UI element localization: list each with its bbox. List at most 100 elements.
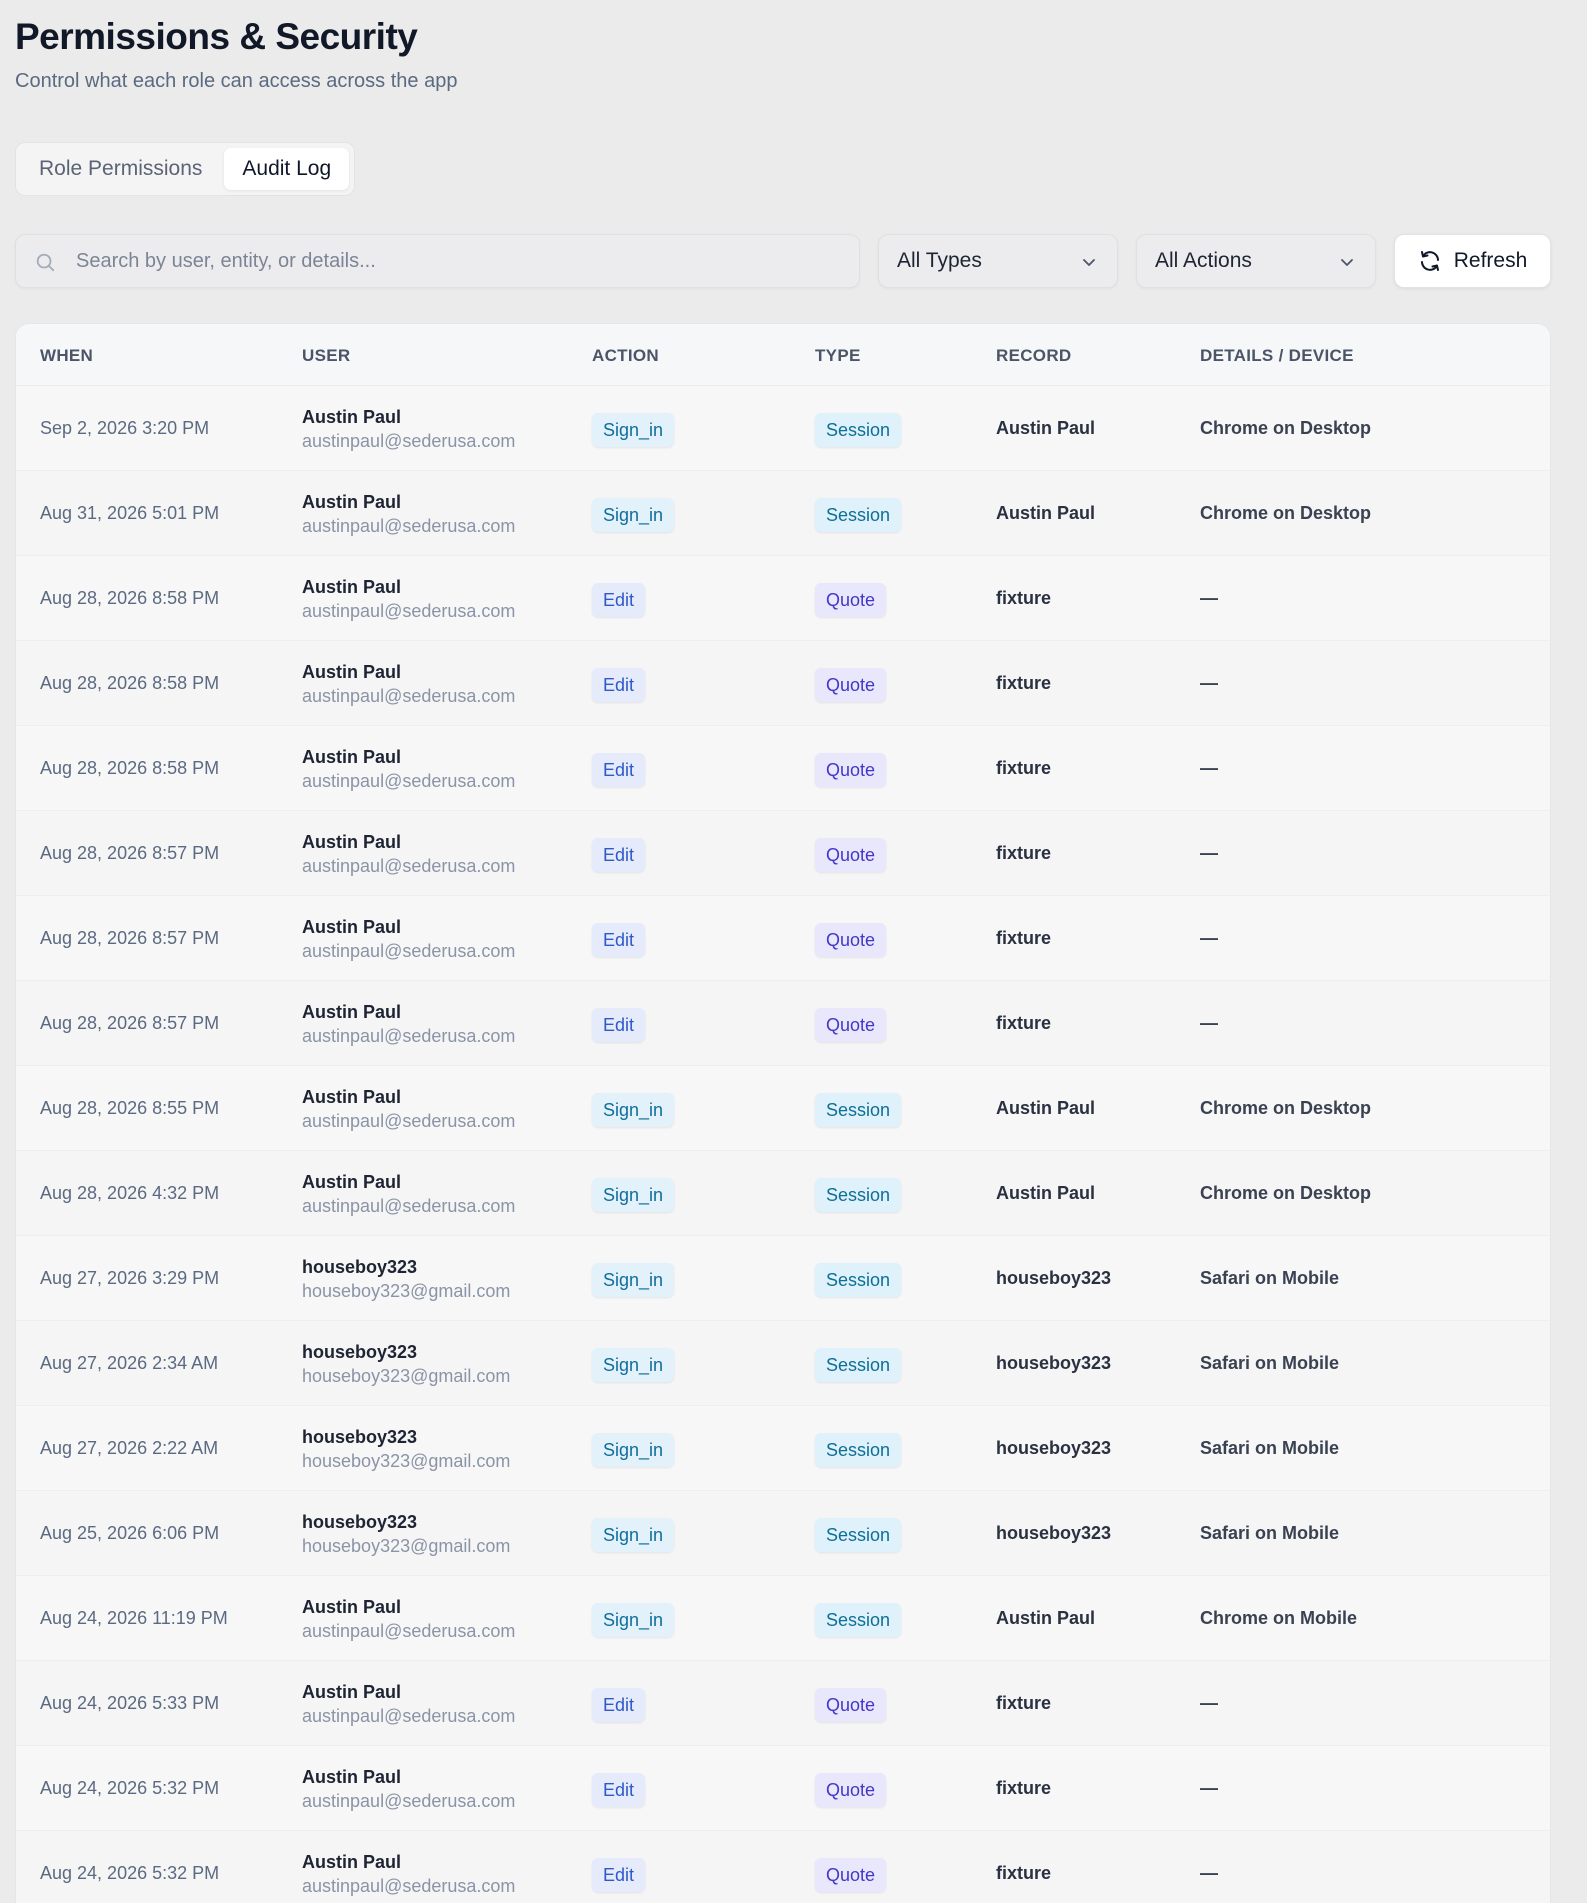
table-row[interactable]: Aug 27, 2026 2:22 AM houseboy323 houseboy3… bbox=[16, 1406, 1550, 1491]
table-row[interactable]: Aug 28, 2026 8:55 PM Austin Paul austinpau… bbox=[16, 1066, 1550, 1151]
row-record[interactable]: fixture bbox=[996, 673, 1051, 694]
row-details: — bbox=[1200, 1013, 1218, 1033]
action-badge: Sign_in bbox=[592, 498, 675, 532]
row-details: — bbox=[1200, 1693, 1218, 1713]
table-row[interactable]: Aug 24, 2026 5:32 PM Austin Paul austinpau… bbox=[16, 1746, 1550, 1831]
row-record[interactable]: Austin Paul bbox=[996, 1608, 1095, 1629]
table-row[interactable]: Aug 28, 2026 4:32 PM Austin Paul austinpau… bbox=[16, 1151, 1550, 1236]
tab-audit-log[interactable]: Audit Log bbox=[224, 148, 350, 190]
table-row[interactable]: Aug 28, 2026 8:57 PM Austin Paul austinpau… bbox=[16, 811, 1550, 896]
row-record[interactable]: houseboy323 bbox=[996, 1353, 1111, 1374]
row-details: — bbox=[1200, 843, 1218, 863]
type-filter-select[interactable]: All Types bbox=[878, 234, 1118, 288]
row-user-name: Austin Paul bbox=[302, 662, 402, 682]
page-title: Permissions & Security bbox=[15, 16, 418, 57]
row-when: Sep 2, 2026 3:20 PM bbox=[40, 418, 210, 438]
row-record[interactable]: fixture bbox=[996, 1863, 1051, 1884]
table-row[interactable]: Aug 27, 2026 3:29 PM houseboy323 houseboy3… bbox=[16, 1236, 1550, 1321]
row-record[interactable]: houseboy323 bbox=[996, 1438, 1111, 1459]
action-badge: Edit bbox=[592, 753, 646, 787]
action-filter-select[interactable]: All Actions bbox=[1136, 234, 1376, 288]
refresh-button[interactable]: Refresh bbox=[1394, 234, 1551, 288]
row-record[interactable]: Austin Paul bbox=[996, 418, 1095, 439]
column-header-when[interactable]: WHEN bbox=[40, 346, 93, 366]
search-input[interactable] bbox=[76, 235, 846, 287]
table-row[interactable]: Aug 24, 2026 5:33 PM Austin Paul austinpau… bbox=[16, 1661, 1550, 1746]
row-user-name: houseboy323 bbox=[302, 1257, 418, 1277]
type-filter-value: All Types bbox=[897, 249, 982, 272]
row-details: Safari on Mobile bbox=[1200, 1523, 1340, 1543]
column-header-record[interactable]: RECORD bbox=[996, 346, 1071, 366]
row-user-name: Austin Paul bbox=[302, 1172, 402, 1192]
column-header-user[interactable]: USER bbox=[302, 346, 350, 366]
table-row[interactable]: Aug 31, 2026 5:01 PM Austin Paul austinpau… bbox=[16, 471, 1550, 556]
row-record[interactable]: houseboy323 bbox=[996, 1268, 1111, 1289]
row-user-email: houseboy323@gmail.com bbox=[302, 1536, 511, 1556]
table-row[interactable]: Aug 24, 2026 5:32 PM Austin Paul austinpau… bbox=[16, 1831, 1550, 1903]
row-record[interactable]: fixture bbox=[996, 928, 1051, 949]
row-when: Aug 28, 2026 8:58 PM bbox=[40, 588, 220, 608]
column-header-type[interactable]: TYPE bbox=[815, 346, 861, 366]
row-user-email: austinpaul@sederusa.com bbox=[302, 1791, 516, 1811]
row-when: Aug 28, 2026 8:58 PM bbox=[40, 758, 220, 778]
row-user-name: Austin Paul bbox=[302, 747, 402, 767]
row-user-email: austinpaul@sederusa.com bbox=[302, 686, 516, 706]
column-header-details[interactable]: DETAILS / DEVICE bbox=[1200, 346, 1354, 366]
type-badge: Quote bbox=[815, 1858, 887, 1892]
row-record[interactable]: Austin Paul bbox=[996, 503, 1095, 524]
row-user-email: austinpaul@sederusa.com bbox=[302, 771, 516, 791]
row-details: — bbox=[1200, 673, 1218, 693]
row-details: — bbox=[1200, 588, 1218, 608]
table-row[interactable]: Aug 28, 2026 8:58 PM Austin Paul austinpau… bbox=[16, 726, 1550, 811]
row-record[interactable]: Austin Paul bbox=[996, 1183, 1095, 1204]
table-row[interactable]: Aug 28, 2026 8:58 PM Austin Paul austinpau… bbox=[16, 641, 1550, 726]
row-record[interactable]: fixture bbox=[996, 758, 1051, 779]
row-record[interactable]: houseboy323 bbox=[996, 1523, 1111, 1544]
row-record[interactable]: fixture bbox=[996, 1013, 1051, 1034]
search-box bbox=[15, 234, 860, 288]
type-badge: Session bbox=[815, 1518, 902, 1552]
row-user-name: houseboy323 bbox=[302, 1512, 418, 1532]
row-when: Aug 31, 2026 5:01 PM bbox=[40, 503, 220, 523]
table-row[interactable]: Aug 28, 2026 8:57 PM Austin Paul austinpau… bbox=[16, 981, 1550, 1066]
tab-role-permissions[interactable]: Role Permissions bbox=[21, 148, 220, 190]
row-when: Aug 28, 2026 8:55 PM bbox=[40, 1098, 220, 1118]
table-row[interactable]: Aug 25, 2026 6:06 PM houseboy323 houseboy3… bbox=[16, 1491, 1550, 1576]
row-details: — bbox=[1200, 928, 1218, 948]
row-when: Aug 25, 2026 6:06 PM bbox=[40, 1523, 220, 1543]
type-badge: Session bbox=[815, 1348, 902, 1382]
action-badge: Edit bbox=[592, 923, 646, 957]
type-badge: Session bbox=[815, 498, 902, 532]
row-user-email: austinpaul@sederusa.com bbox=[302, 431, 516, 451]
row-record[interactable]: Austin Paul bbox=[996, 1098, 1095, 1119]
type-badge: Session bbox=[815, 1433, 902, 1467]
table-row[interactable]: Aug 24, 2026 11:19 PM Austin Paul austinpa… bbox=[16, 1576, 1550, 1661]
search-icon bbox=[36, 253, 55, 272]
row-user-name: Austin Paul bbox=[302, 1852, 402, 1872]
row-user-name: Austin Paul bbox=[302, 1087, 402, 1107]
row-record[interactable]: fixture bbox=[996, 588, 1051, 609]
chevron-down-icon bbox=[1083, 259, 1095, 266]
row-user-email: austinpaul@sederusa.com bbox=[302, 1026, 516, 1046]
row-record[interactable]: fixture bbox=[996, 1693, 1051, 1714]
action-badge: Sign_in bbox=[592, 1603, 675, 1637]
row-user-name: Austin Paul bbox=[302, 492, 402, 512]
row-when: Aug 27, 2026 2:34 AM bbox=[40, 1353, 219, 1373]
row-user-email: austinpaul@sederusa.com bbox=[302, 1876, 516, 1896]
table-row[interactable]: Aug 27, 2026 2:34 AM houseboy323 houseboy3… bbox=[16, 1321, 1550, 1406]
table-row[interactable]: Aug 28, 2026 8:58 PM Austin Paul austinpau… bbox=[16, 556, 1550, 641]
row-record[interactable]: fixture bbox=[996, 843, 1051, 864]
table-row[interactable]: Aug 28, 2026 8:57 PM Austin Paul austinpau… bbox=[16, 896, 1550, 981]
action-badge: Sign_in bbox=[592, 1348, 675, 1382]
row-details: Safari on Mobile bbox=[1200, 1353, 1340, 1373]
refresh-label: Refresh bbox=[1453, 249, 1528, 272]
action-badge: Edit bbox=[592, 838, 646, 872]
action-badge: Edit bbox=[592, 1858, 646, 1892]
row-user-name: Austin Paul bbox=[302, 1682, 402, 1702]
row-record[interactable]: fixture bbox=[996, 1778, 1051, 1799]
action-badge: Edit bbox=[592, 1688, 646, 1722]
table-row[interactable]: Sep 2, 2026 3:20 PM Austin Paul austinpaul… bbox=[16, 386, 1550, 471]
action-filter-value: All Actions bbox=[1155, 249, 1252, 272]
column-header-action[interactable]: ACTION bbox=[592, 346, 659, 366]
row-user-name: Austin Paul bbox=[302, 577, 402, 597]
